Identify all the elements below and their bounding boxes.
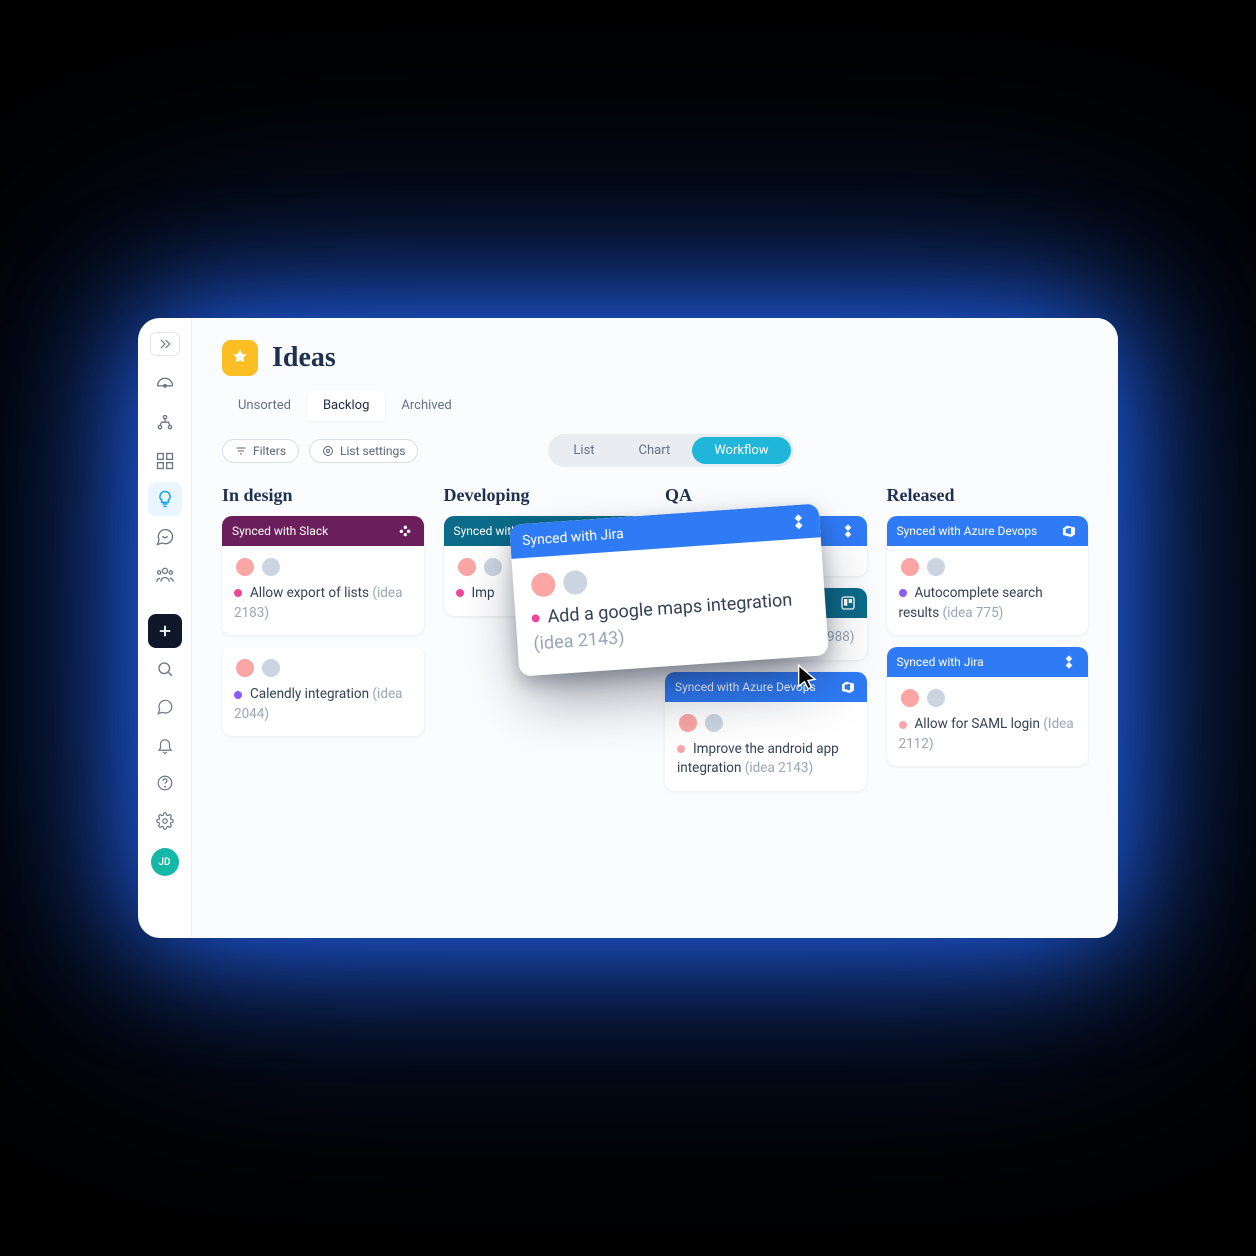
list-settings-label: List settings <box>340 444 405 458</box>
view-workflow[interactable]: Workflow <box>692 437 790 464</box>
status-dot <box>234 589 242 597</box>
card-text: Improve the android app integration (ide… <box>677 740 855 779</box>
search-icon[interactable] <box>148 652 182 686</box>
column-title: Released <box>887 485 1089 506</box>
avatar <box>925 687 947 709</box>
sync-label: Synced with Jira <box>522 526 625 549</box>
card-text: Allow export of lists (idea 2183) <box>234 584 412 623</box>
dragged-card[interactable]: Synced with Jira Add a google maps integ… <box>509 503 829 676</box>
avatar <box>899 556 921 578</box>
idea-card[interactable]: Synced with Azure Devops Improve the and… <box>665 672 867 791</box>
dashboard-icon[interactable] <box>148 368 182 402</box>
status-dot <box>456 589 464 597</box>
column-title: QA <box>665 485 867 506</box>
ideas-icon[interactable] <box>148 482 182 516</box>
azure-devops-icon <box>839 678 857 696</box>
tab-backlog[interactable]: Backlog <box>307 390 385 421</box>
app-window: JD Ideas Unsorted Backlog Archived Filte… <box>138 318 1118 938</box>
filters-label: Filters <box>253 444 286 458</box>
avatar <box>482 556 504 578</box>
status-dot <box>677 745 685 753</box>
column-in-design: In design Synced with Slack Allow export… <box>222 485 424 803</box>
jira-icon <box>789 512 808 531</box>
trello-icon <box>839 594 857 612</box>
jira-icon <box>839 522 857 540</box>
settings-icon[interactable] <box>148 804 182 838</box>
page-title: Ideas <box>272 342 336 374</box>
status-dot <box>899 589 907 597</box>
add-button[interactable] <box>148 614 182 648</box>
card-text: Add a google maps integration (idea 2143… <box>531 586 812 657</box>
card-text: Autocomplete search results (idea 775) <box>899 584 1077 623</box>
view-list[interactable]: List <box>551 437 616 464</box>
status-dot <box>899 721 907 729</box>
avatar <box>260 657 282 679</box>
idea-id: (idea 775) <box>943 605 1004 621</box>
cursor-icon <box>794 663 822 691</box>
avatar <box>456 556 478 578</box>
column-released: Released Synced with Azure Devops Autoco… <box>887 485 1089 803</box>
sidebar: JD <box>138 318 192 938</box>
status-dot <box>234 691 242 699</box>
avatar <box>234 556 256 578</box>
ideas-header-icon <box>222 340 258 376</box>
sitemap-icon[interactable] <box>148 406 182 440</box>
tab-archived[interactable]: Archived <box>385 390 467 421</box>
slack-icon <box>396 522 414 540</box>
view-switcher: List Chart Workflow <box>548 434 793 467</box>
avatar <box>703 712 725 734</box>
expand-sidebar-button[interactable] <box>150 332 180 356</box>
idea-card[interactable]: Synced with Slack Allow export of lists … <box>222 516 424 635</box>
sync-label: Synced with Azure Devops <box>897 524 1038 538</box>
azure-devops-icon <box>1060 522 1078 540</box>
card-text: Allow for SAML login (Idea 2112) <box>899 715 1077 754</box>
tab-unsorted[interactable]: Unsorted <box>222 390 307 421</box>
list-settings-button[interactable]: List settings <box>309 439 418 463</box>
feedback-icon[interactable] <box>148 520 182 554</box>
idea-card[interactable]: Synced with Azure Devops Autocomplete se… <box>887 516 1089 635</box>
avatar <box>925 556 947 578</box>
sync-label: Synced with Slack <box>232 524 328 538</box>
view-chart[interactable]: Chart <box>617 437 693 464</box>
idea-card[interactable]: Calendly integration (idea 2044) <box>222 647 424 736</box>
chat-icon[interactable] <box>148 690 182 724</box>
filters-button[interactable]: Filters <box>222 439 299 463</box>
avatar <box>899 687 921 709</box>
team-icon[interactable] <box>148 558 182 592</box>
column-title: In design <box>222 485 424 506</box>
avatar <box>528 570 558 600</box>
card-text: Calendly integration (idea 2044) <box>234 685 412 724</box>
avatar <box>234 657 256 679</box>
avatar <box>260 556 282 578</box>
status-dot <box>531 614 540 623</box>
idea-id: (idea 2143) <box>745 760 813 776</box>
jira-icon <box>1060 653 1078 671</box>
sync-label: Synced with Jira <box>897 655 984 669</box>
help-icon[interactable] <box>148 766 182 800</box>
user-avatar[interactable]: JD <box>151 848 179 876</box>
main-content: Ideas Unsorted Backlog Archived Filters … <box>192 318 1118 938</box>
idea-id: (idea 2143) <box>533 627 625 654</box>
bell-icon[interactable] <box>148 728 182 762</box>
avatar <box>560 568 590 598</box>
avatar <box>677 712 699 734</box>
grid-icon[interactable] <box>148 444 182 478</box>
tabs: Unsorted Backlog Archived <box>222 390 1088 422</box>
idea-card[interactable]: Synced with Jira Allow for SAML login (I… <box>887 647 1089 766</box>
column-title: Developing <box>444 485 646 506</box>
